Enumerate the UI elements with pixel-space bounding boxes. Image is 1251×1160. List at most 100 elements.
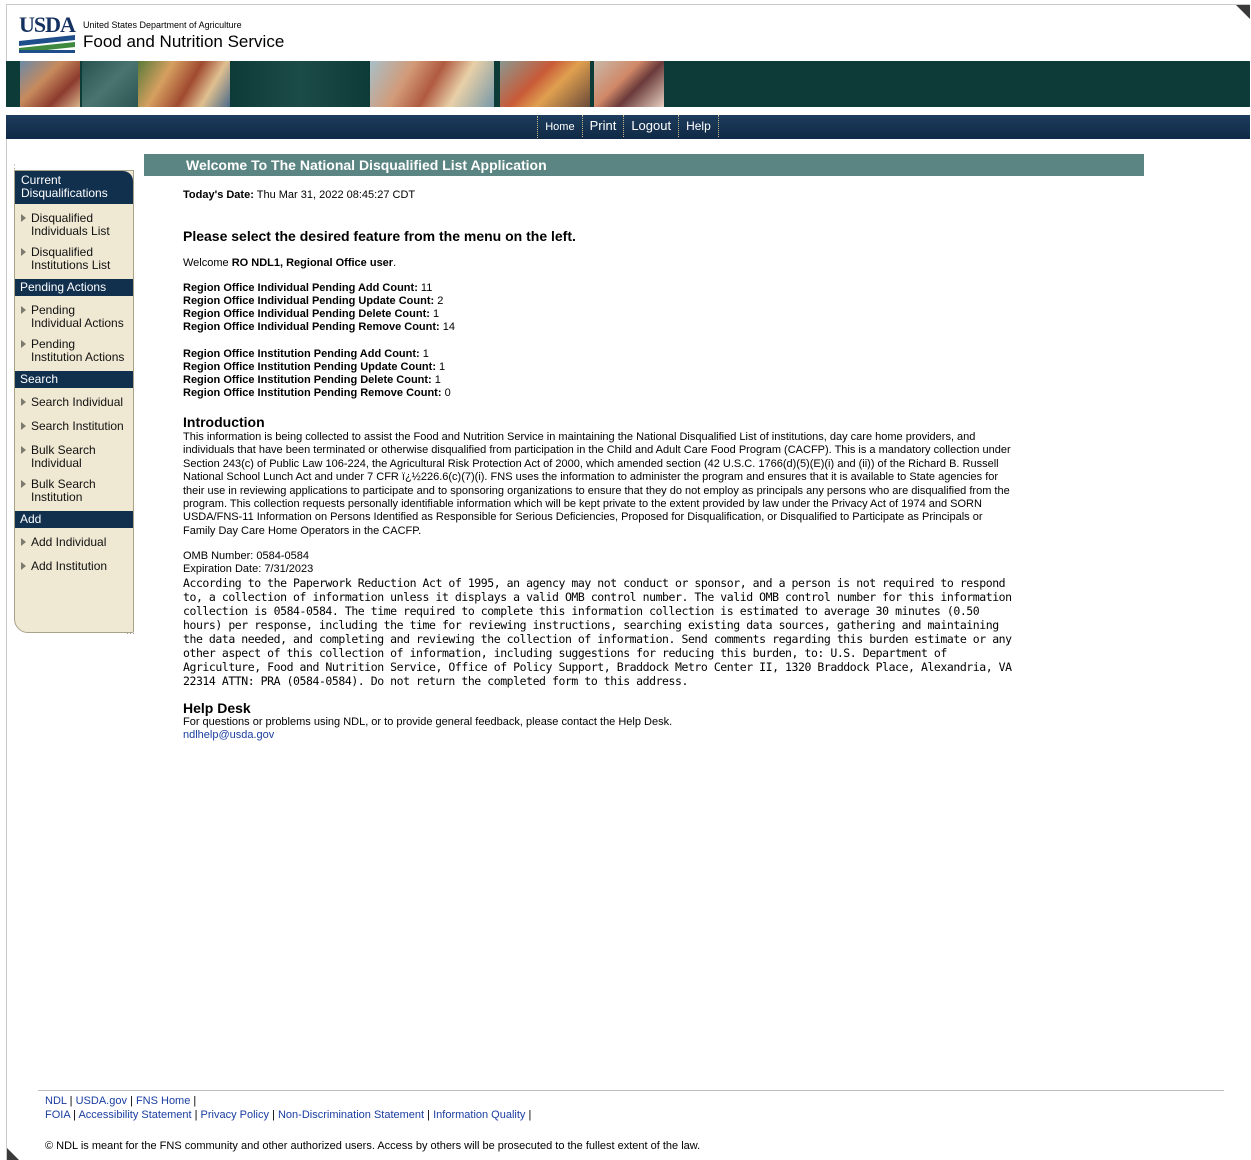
sidebar-item-bulk-search-individual[interactable]: Bulk Search Individual: [15, 440, 133, 474]
introduction-heading: Introduction: [183, 414, 265, 430]
agency-title: Food and Nutrition Service: [83, 32, 285, 51]
todays-date: Today's Date: Thu Mar 31, 2022 08:45:27 …: [183, 189, 1013, 201]
help-desk-heading: Help Desk: [183, 700, 251, 717]
count-value: 14: [442, 321, 455, 333]
welcome-prefix: Welcome: [183, 257, 229, 269]
sidebar-item-label: Pending Individual Actions: [31, 303, 124, 330]
triangle-right-icon: [21, 538, 26, 546]
help-email-link[interactable]: ndlhelp@usda.gov: [183, 729, 1013, 741]
omb-info: OMB Number: 0584-0584 Expiration Date: 7…: [183, 550, 1013, 576]
sidebar-item-label: Pending Institution Actions: [31, 337, 125, 364]
triangle-right-icon: [21, 446, 26, 454]
welcome-user: RO NDL1, Regional Office user: [231, 257, 394, 269]
count-row: Region Office Individual Pending Add Cou…: [183, 282, 1013, 295]
count-row: Region Office Individual Pending Remove …: [183, 321, 1013, 334]
sidebar-item-pending-institution[interactable]: Pending Institution Actions: [15, 334, 133, 368]
triangle-right-icon: [21, 562, 26, 570]
footer-link-fns-home[interactable]: FNS Home: [136, 1095, 190, 1107]
footer-link-privacy[interactable]: Privacy Policy: [201, 1109, 269, 1121]
sidebar-item-search-institution[interactable]: Search Institution: [15, 416, 133, 437]
sidebar-menu: Current Disqualifications Disqualified I…: [14, 170, 134, 633]
banner-separator: [6, 107, 1250, 115]
sidebar-item-label: Search Individual: [31, 395, 124, 409]
count-row: Region Office Institution Pending Update…: [183, 361, 1013, 374]
omb-number: OMB Number: 0584-0584: [183, 550, 309, 563]
footer-link-non-discrimination[interactable]: Non-Discrimination Statement: [278, 1109, 424, 1121]
count-value: 2: [437, 295, 444, 307]
count-label: Region Office Institution Pending Remove…: [183, 387, 442, 399]
sidebar-item-add-institution[interactable]: Add Institution: [15, 556, 133, 577]
agency-subtitle: United States Department of Agriculture: [83, 20, 242, 30]
sidebar-item-label: Disqualified Individuals List: [31, 211, 110, 238]
page-title: Welcome To The National Disqualified Lis…: [144, 154, 1144, 176]
welcome-message: Welcome RO NDL1, Regional Office user.: [183, 257, 1013, 269]
footer-link-information-quality[interactable]: Information Quality: [433, 1109, 525, 1121]
count-row: Region Office Institution Pending Add Co…: [183, 348, 1013, 361]
footer-link-accessibility[interactable]: Accessibility Statement: [78, 1109, 191, 1121]
count-value: 11: [420, 282, 433, 294]
count-row: Region Office Individual Pending Delete …: [183, 308, 1013, 321]
sidebar-item-disqualified-institutions[interactable]: Disqualified Institutions List: [15, 242, 133, 276]
footer-row: NDL | USDA.gov | FNS Home |: [45, 1095, 197, 1107]
sidebar-item-add-individual[interactable]: Add Individual: [15, 532, 133, 553]
sidebar-section-title: Pending Actions: [15, 279, 133, 296]
count-label: Region Office Individual Pending Delete …: [183, 308, 430, 320]
footer-row: FOIA | Accessibility Statement | Privacy…: [45, 1109, 532, 1121]
corner-decoration: [1236, 5, 1250, 19]
todays-date-value: Thu Mar 31, 2022 08:45:27 CDT: [256, 189, 416, 201]
count-label: Region Office Institution Pending Add Co…: [183, 348, 420, 360]
count-label: Region Office Institution Pending Delete…: [183, 374, 432, 386]
footer-link-usda[interactable]: USDA.gov: [76, 1095, 127, 1107]
banner-photo-food: [500, 61, 590, 107]
count-row: Region Office Institution Pending Remove…: [183, 387, 1013, 400]
individual-counts: Region Office Individual Pending Add Cou…: [183, 282, 1013, 334]
count-row: Region Office Individual Pending Update …: [183, 295, 1013, 308]
count-label: Region Office Individual Pending Remove …: [183, 321, 440, 333]
sidebar-item-label: Bulk Search Individual: [31, 443, 96, 470]
expiration-date: Expiration Date: 7/31/2023: [183, 563, 314, 576]
count-value: 1: [434, 374, 441, 386]
nav-logout[interactable]: Logout: [623, 115, 678, 137]
sidebar-item-bulk-search-institution[interactable]: Bulk Search Institution: [15, 474, 133, 508]
welcome-suffix: .: [393, 257, 397, 269]
main-content: Today's Date: Thu Mar 31, 2022 08:45:27 …: [183, 189, 1013, 741]
nav-print[interactable]: Print: [581, 115, 624, 137]
triangle-right-icon: [21, 214, 26, 222]
corner-decoration: [7, 1148, 19, 1160]
sidebar-item-search-individual[interactable]: Search Individual: [15, 392, 133, 413]
sidebar-item-label: Add Institution: [31, 559, 108, 573]
sidebar-item-pending-individual[interactable]: Pending Individual Actions: [15, 300, 133, 334]
sidebar-item-label: Disqualified Institutions List: [31, 245, 111, 272]
count-label: Region Office Institution Pending Update…: [183, 361, 436, 373]
footer-links: NDL | USDA.gov | FNS Home | FOIA | Acces…: [45, 1094, 531, 1122]
paperwork-reduction-text: According to the Paperwork Reduction Act…: [183, 576, 1012, 689]
select-feature-message: Please select the desired feature from t…: [183, 228, 576, 244]
sidebar-section-title: Add: [15, 511, 133, 528]
triangle-right-icon: [21, 480, 26, 488]
count-value: 0: [444, 387, 451, 399]
todays-date-label: Today's Date:: [183, 189, 254, 201]
count-label: Region Office Individual Pending Add Cou…: [183, 282, 418, 294]
introduction-text: This information is being collected to a…: [183, 431, 1011, 537]
copyright-notice: © NDL is meant for the FNS community and…: [45, 1140, 701, 1152]
banner-photo-women: [594, 61, 664, 107]
count-label: Region Office Individual Pending Update …: [183, 295, 435, 307]
sidebar-item-label: Bulk Search Institution: [31, 477, 96, 504]
banner-photo-exercise: [82, 61, 138, 107]
sidebar-item-label: Search Institution: [31, 419, 124, 433]
footer-link-ndl[interactable]: NDL: [45, 1095, 67, 1107]
sidebar-item-disqualified-individuals[interactable]: Disqualified Individuals List: [15, 208, 133, 242]
top-nav: Home Print Logout Help: [6, 115, 1250, 139]
header-banner: [6, 61, 1250, 107]
footer-divider: [38, 1090, 1224, 1091]
triangle-right-icon: [21, 398, 26, 406]
triangle-right-icon: [21, 306, 26, 314]
sidebar-section-title: Search: [15, 371, 133, 388]
count-value: 1: [439, 361, 446, 373]
triangle-right-icon: [21, 340, 26, 348]
institution-counts: Region Office Institution Pending Add Co…: [183, 348, 1013, 400]
nav-home[interactable]: Home: [537, 116, 581, 138]
nav-help[interactable]: Help: [678, 115, 719, 137]
footer-link-foia[interactable]: FOIA: [45, 1109, 70, 1121]
banner-photo-kids: [138, 61, 230, 107]
